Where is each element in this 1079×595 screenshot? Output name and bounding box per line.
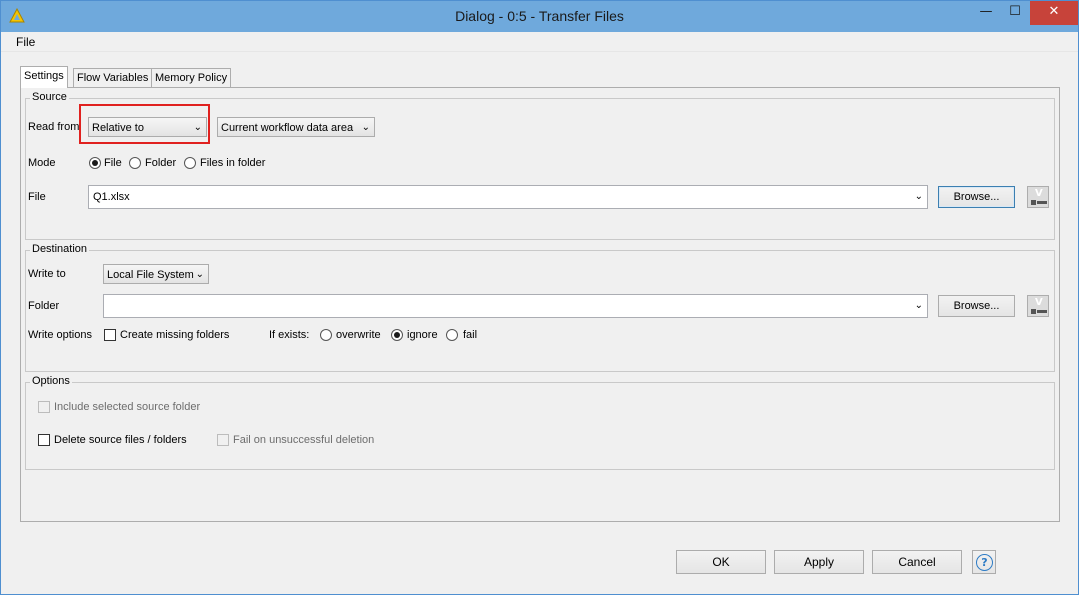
fail-on-deletion-label[interactable]: Fail on unsuccessful deletion (233, 434, 374, 446)
write-to-label: Write to (28, 268, 66, 280)
menu-file[interactable]: File (16, 35, 35, 49)
delete-source-label[interactable]: Delete source files / folders (54, 434, 187, 446)
source-group-title: Source (30, 91, 69, 103)
relative-to-value: Current workflow data area (221, 122, 354, 134)
highlight-box (79, 104, 210, 144)
flow-variable-icon: V (1035, 188, 1043, 199)
file-label: File (28, 191, 46, 203)
mode-files-in-folder-label[interactable]: Files in folder (200, 157, 265, 169)
minimize-button[interactable]: — (971, 1, 1001, 25)
if-exists-label: If exists: (269, 329, 310, 341)
destination-browse-button[interactable]: Browse... (938, 295, 1015, 317)
chevron-down-icon: ⌄ (914, 191, 923, 202)
tab-flow-variables[interactable]: Flow Variables (73, 68, 153, 87)
source-flow-variable-button[interactable]: V (1027, 186, 1049, 208)
destination-flow-variable-button[interactable]: V (1027, 295, 1049, 317)
file-path-input[interactable]: Q1.xlsx ⌄ (88, 185, 928, 209)
mode-file-radio[interactable] (89, 157, 101, 169)
window-title: Dialog - 0:5 - Transfer Files (455, 8, 624, 24)
if-exists-overwrite-label[interactable]: overwrite (336, 329, 381, 341)
options-group-title: Options (30, 375, 72, 387)
if-exists-fail-radio[interactable] (446, 329, 458, 341)
folder-path-input[interactable]: ⌄ (103, 294, 928, 318)
destination-group-title: Destination (30, 243, 90, 255)
mode-folder-label[interactable]: Folder (145, 157, 176, 169)
mode-label: Mode (28, 157, 56, 169)
mode-files-in-folder-radio[interactable] (184, 157, 196, 169)
help-icon: ? (976, 554, 993, 571)
dialog-window: Dialog - 0:5 - Transfer Files — ☐ ✕ File… (0, 0, 1079, 595)
if-exists-fail-label[interactable]: fail (463, 329, 477, 341)
delete-source-checkbox[interactable] (38, 434, 50, 446)
mode-folder-radio[interactable] (129, 157, 141, 169)
chevron-down-icon: ⌄ (914, 300, 923, 311)
title-bar[interactable]: Dialog - 0:5 - Transfer Files — ☐ ✕ (1, 1, 1078, 32)
if-exists-overwrite-radio[interactable] (320, 329, 332, 341)
folder-label: Folder (28, 300, 60, 312)
ok-button[interactable]: OK (676, 550, 766, 574)
close-button[interactable]: ✕ (1030, 1, 1078, 25)
if-exists-ignore-radio[interactable] (391, 329, 403, 341)
write-to-value: Local File System (107, 269, 194, 281)
chevron-down-icon: ⌄ (361, 122, 370, 133)
create-missing-folders-label[interactable]: Create missing folders (120, 329, 229, 341)
chevron-down-icon: ⌄ (195, 269, 204, 280)
flow-variable-icon: V (1035, 297, 1043, 308)
tab-memory-policy[interactable]: Memory Policy (151, 68, 232, 87)
tab-settings[interactable]: Settings (20, 66, 68, 88)
write-to-select[interactable]: Local File System ⌄ (103, 264, 209, 284)
apply-button[interactable]: Apply (774, 550, 864, 574)
source-browse-button[interactable]: Browse... (938, 186, 1015, 208)
mode-file-label[interactable]: File (104, 157, 122, 169)
include-source-folder-checkbox[interactable] (38, 401, 50, 413)
menu-bar: File (1, 32, 1078, 52)
write-options-label: Write options (28, 329, 92, 341)
include-source-folder-label[interactable]: Include selected source folder (54, 401, 200, 413)
maximize-button[interactable]: ☐ (1001, 1, 1029, 25)
relative-to-select[interactable]: Current workflow data area ⌄ (217, 117, 375, 137)
cancel-button[interactable]: Cancel (872, 550, 962, 574)
read-from-label: Read from (28, 121, 80, 133)
fail-on-deletion-checkbox[interactable] (217, 434, 229, 446)
create-missing-folders-checkbox[interactable] (104, 329, 116, 341)
help-button[interactable]: ? (972, 550, 996, 574)
file-path-value: Q1.xlsx (93, 191, 130, 203)
if-exists-ignore-label[interactable]: ignore (407, 329, 438, 341)
options-group: Options (25, 375, 1055, 470)
